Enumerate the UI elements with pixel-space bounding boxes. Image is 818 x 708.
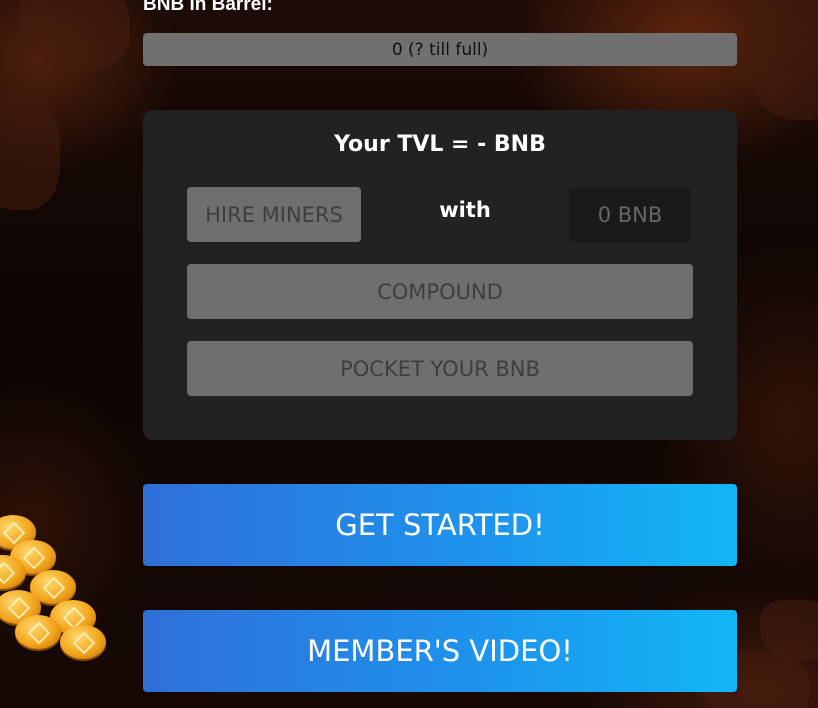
barrel-status-text: 0 (? till full)	[391, 39, 489, 60]
barrel-progress-bar: 0 (? till full)	[143, 33, 737, 66]
get-started-button[interactable]: GET STARTED!	[143, 484, 737, 566]
barrel-label: BNB In Barrel:	[143, 0, 273, 15]
bnb-amount-input[interactable]	[569, 187, 691, 242]
hire-miners-button[interactable]: HIRE MINERS	[187, 187, 361, 242]
bnb-coin-icon	[15, 615, 61, 649]
pocket-bnb-button[interactable]: POCKET YOUR BNB	[187, 341, 693, 396]
tvl-text: Your TVL = - BNB	[334, 132, 546, 157]
coin-pile-decoration	[0, 505, 120, 665]
miner-panel: Your TVL = - BNB HIRE MINERS with COMPOU…	[143, 110, 737, 440]
members-video-button[interactable]: MEMBER'S VIDEO!	[143, 610, 737, 692]
bnb-coin-icon	[60, 625, 106, 659]
compound-button[interactable]: COMPOUND	[187, 264, 693, 319]
with-label: with	[439, 198, 491, 222]
